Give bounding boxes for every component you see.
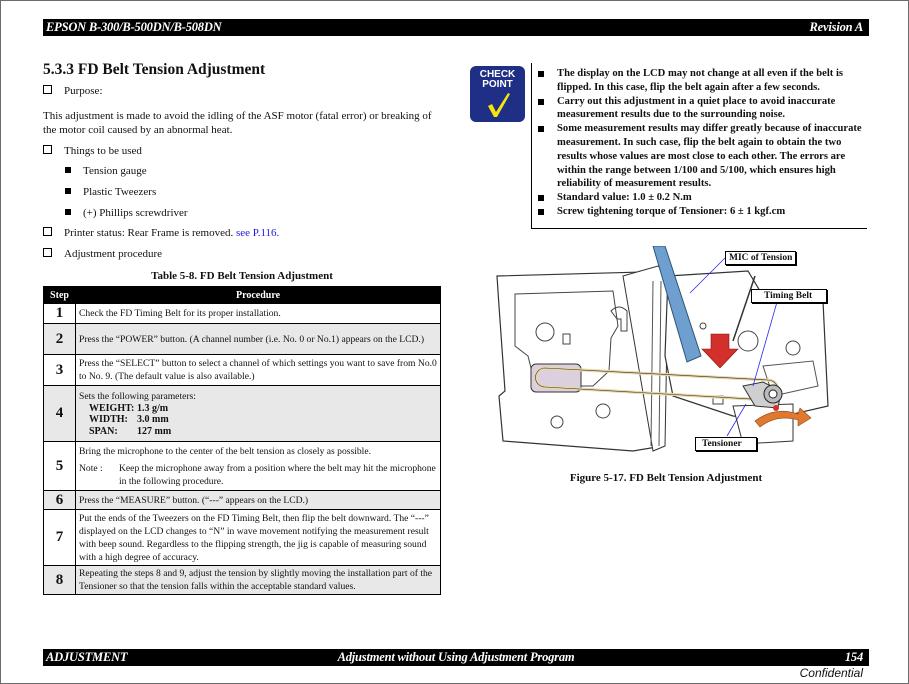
things-item: Plastic Tweezers [65, 186, 156, 198]
header-revision: Revision A [809, 20, 864, 34]
param-weight: WEIGHT: 1.3 g/m [89, 402, 169, 414]
checkpoint-icon: CHECK POINT [470, 66, 525, 122]
square-bullet-icon [538, 71, 544, 77]
step-text: Put the ends of the Tweezers on the FD T… [75, 509, 441, 566]
things-item: (+) Phillips screwdriver [65, 207, 188, 219]
callout-tensioner: Tensioner [695, 437, 757, 451]
column-header-procedure: Procedure [75, 286, 441, 304]
square-bullet-icon [65, 167, 71, 173]
table-row: 4 Sets the following parameters: WEIGHT:… [43, 385, 441, 442]
square-bullet-icon [538, 126, 544, 133]
step-number: 5 [43, 441, 76, 491]
header-model: EPSON B-300/B-500DN/B-508DN [46, 20, 222, 34]
adjustment-procedure-heading: Adjustment procedure [43, 248, 162, 260]
step-number: 4 [43, 385, 76, 442]
column-header-step: Step [43, 286, 76, 304]
confidential-label: Confidential [799, 666, 863, 680]
purpose-text: This adjustment is made to avoid the idl… [43, 110, 432, 136]
square-bullet-icon [65, 209, 71, 215]
note-label: Note : [79, 462, 103, 474]
step-number: 7 [43, 509, 76, 566]
printer-status: Printer status: Rear Frame is removed. s… [43, 227, 279, 239]
square-bullet-icon [538, 208, 544, 215]
square-bullet-icon [65, 188, 71, 194]
footer-section: Adjustment without Using Adjustment Prog… [337, 650, 575, 664]
checkpoint-item: Screw tightening torque of Tensioner: 6 … [538, 205, 867, 219]
footer-bar: ADJUSTMENT Adjustment without Using Adju… [43, 649, 869, 666]
step-number: 1 [43, 303, 76, 324]
step-text: Bring the microphone to the center of th… [79, 445, 372, 457]
table-row: 7 Put the ends of the Tweezers on the FD… [43, 509, 441, 566]
table-caption: Table 5-8. FD Belt Tension Adjustment [151, 270, 333, 282]
things-heading: Things to be used [43, 145, 142, 157]
purpose-heading: Purpose: [43, 85, 103, 97]
section-title: 5.3.3 FD Belt Tension Adjustment [43, 61, 266, 78]
callout-timing-belt: Timing Belt [751, 289, 828, 303]
step-text: Check the FD Timing Belt for its proper … [75, 303, 441, 324]
checkpoint-item: Some measurement results may differ grea… [538, 122, 867, 191]
step-number: 2 [43, 323, 76, 355]
checkmark-icon [488, 93, 510, 117]
table-row: 2 Press the “POWER” button. (A channel n… [43, 323, 441, 355]
param-span: SPAN: 127 mm [89, 425, 172, 437]
page-number: 154 [844, 650, 863, 664]
checkpoint-list: The display on the LCD may not change at… [532, 63, 867, 219]
note-text: Keep the microphone away from a position… [119, 462, 436, 487]
checkpoint-box: The display on the LCD may not change at… [531, 63, 867, 229]
printer-frame-illustration [496, 245, 829, 452]
checkpoint-item: The display on the LCD may not change at… [538, 67, 867, 95]
table-row: 8 Repeating the steps 8 and 9, adjust th… [43, 565, 441, 595]
table-row: 5 Bring the microphone to the center of … [43, 441, 441, 491]
step-note: Note : Keep the microphone away from a p… [79, 462, 437, 488]
step-number: 3 [43, 354, 76, 386]
checkbox-bullet-icon [43, 145, 52, 154]
checkpoint-icon-line1: CHECK [479, 69, 516, 80]
things-item: Tension gauge [65, 165, 147, 177]
header-bar: EPSON B-300/B-500DN/B-508DN Revision A [43, 19, 869, 36]
step-text: Sets the following parameters: [79, 390, 196, 402]
table-row: 6 Press the “MEASURE” button. (“---” app… [43, 490, 441, 510]
checkbox-bullet-icon [43, 248, 52, 257]
step-number: 6 [43, 490, 76, 510]
step-text: Press the “SELECT” button to select a ch… [75, 354, 441, 386]
see-page-link[interactable]: see P.116. [236, 227, 279, 239]
table-row: 3 Press the “SELECT” button to select a … [43, 354, 441, 386]
table-row: 1 Check the FD Timing Belt for its prope… [43, 303, 441, 324]
checkbox-bullet-icon [43, 227, 52, 236]
step-cell: Bring the microphone to the center of th… [75, 441, 441, 491]
step-text: Press the “MEASURE” button. (“---” appea… [75, 490, 441, 510]
figure-belt-tension: MIC of Tension Timing Belt Tensioner [493, 245, 833, 461]
checkbox-bullet-icon [43, 85, 52, 94]
square-bullet-icon [538, 195, 544, 202]
step-text: Repeating the steps 8 and 9, adjust the … [75, 565, 441, 595]
checkpoint-item: Carry out this adjustment in a quiet pla… [538, 95, 867, 123]
param-width: WIDTH: 3.0 mm [89, 414, 169, 426]
step-cell: Sets the following parameters: WEIGHT: 1.… [75, 385, 441, 442]
step-text: Press the “POWER” button. (A channel num… [75, 323, 441, 355]
checkpoint-icon-line2: POINT [482, 79, 513, 90]
checkpoint-item: Standard value: 1.0 ± 0.2 N.m [538, 191, 867, 205]
procedure-table: Step Procedure 1 Check the FD Timing Bel… [43, 286, 441, 595]
square-bullet-icon [538, 98, 544, 105]
step-number: 8 [43, 565, 76, 595]
callout-mic: MIC of Tension [725, 251, 797, 265]
figure-caption: Figure 5-17. FD Belt Tension Adjustment [569, 472, 763, 484]
